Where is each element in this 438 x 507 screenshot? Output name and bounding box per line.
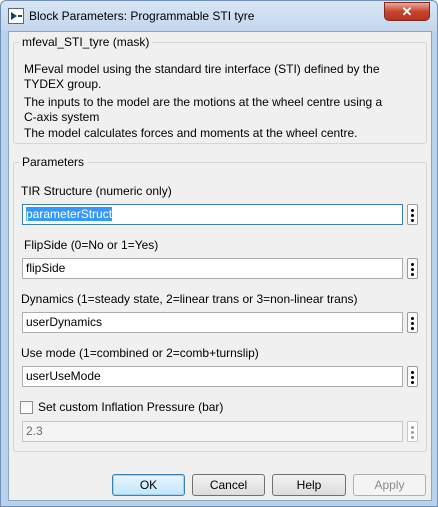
vertical-ellipsis-icon xyxy=(411,317,414,320)
help-button[interactable]: Help xyxy=(272,474,346,496)
vertical-ellipsis-icon xyxy=(411,426,414,429)
description-line: The model calculates forces and moments … xyxy=(24,126,358,140)
flipside-label: FlipSide (0=No or 1=Yes) xyxy=(24,238,159,252)
dot xyxy=(411,273,414,276)
tir-structure-label: TIR Structure (numeric only) xyxy=(21,184,172,198)
inflation-pressure-input: 2.3 xyxy=(22,421,403,442)
dynamics-label: Dynamics (1=steady state, 2=linear trans… xyxy=(21,292,358,306)
custom-inflation-label[interactable]: Set custom Inflation Pressure (bar) xyxy=(38,400,223,414)
dot xyxy=(411,381,414,384)
parameters-group-title: Parameters xyxy=(19,155,88,169)
tir-structure-value: parameterStruct xyxy=(26,207,113,221)
dot xyxy=(411,376,414,379)
ok-button[interactable]: OK xyxy=(112,474,185,496)
custom-inflation-checkbox[interactable] xyxy=(20,401,33,414)
description-line: TYDEX group. xyxy=(24,77,102,91)
mask-group-title: mfeval_STI_tyre (mask) xyxy=(19,35,153,49)
dot xyxy=(411,322,414,325)
dot xyxy=(411,436,414,439)
apply-button[interactable]: Apply xyxy=(353,474,426,496)
tir-structure-menu-button[interactable] xyxy=(407,204,418,225)
dialog-window: Block Parameters: Programmable STI tyre … xyxy=(0,0,438,507)
dot xyxy=(411,219,414,222)
dot xyxy=(411,268,414,271)
inflation-pressure-menu-button xyxy=(407,421,418,442)
flipside-input[interactable]: flipSide xyxy=(22,258,403,279)
dot xyxy=(411,327,414,330)
dialog-body: mfeval_STI_tyre (mask) MFeval model usin… xyxy=(8,31,432,501)
vertical-ellipsis-icon xyxy=(411,263,414,266)
tir-structure-input[interactable]: parameterStruct xyxy=(22,204,403,225)
use-mode-input[interactable]: userUseMode xyxy=(22,366,403,387)
dot xyxy=(411,214,414,217)
mask-description-group: mfeval_STI_tyre (mask) MFeval model usin… xyxy=(13,35,427,144)
title-bar[interactable]: Block Parameters: Programmable STI tyre … xyxy=(1,1,437,31)
vertical-ellipsis-icon xyxy=(411,209,414,212)
dot xyxy=(411,431,414,434)
dynamics-input[interactable]: userDynamics xyxy=(22,312,403,333)
dynamics-menu-button[interactable] xyxy=(407,312,418,333)
description-line: MFeval model using the standard tire int… xyxy=(24,62,380,76)
use-mode-menu-button[interactable] xyxy=(407,366,418,387)
description-line: C-axis system xyxy=(24,110,100,124)
use-mode-label: Use mode (1=combined or 2=comb+turnslip) xyxy=(21,346,259,360)
vertical-ellipsis-icon xyxy=(411,371,414,374)
window-title: Block Parameters: Programmable STI tyre xyxy=(29,9,255,23)
close-button[interactable]: ✕ xyxy=(384,2,430,21)
flipside-menu-button[interactable] xyxy=(407,258,418,279)
simulink-block-icon xyxy=(8,8,24,24)
description-line: The inputs to the model are the motions … xyxy=(24,95,383,109)
cancel-button[interactable]: Cancel xyxy=(192,474,265,496)
